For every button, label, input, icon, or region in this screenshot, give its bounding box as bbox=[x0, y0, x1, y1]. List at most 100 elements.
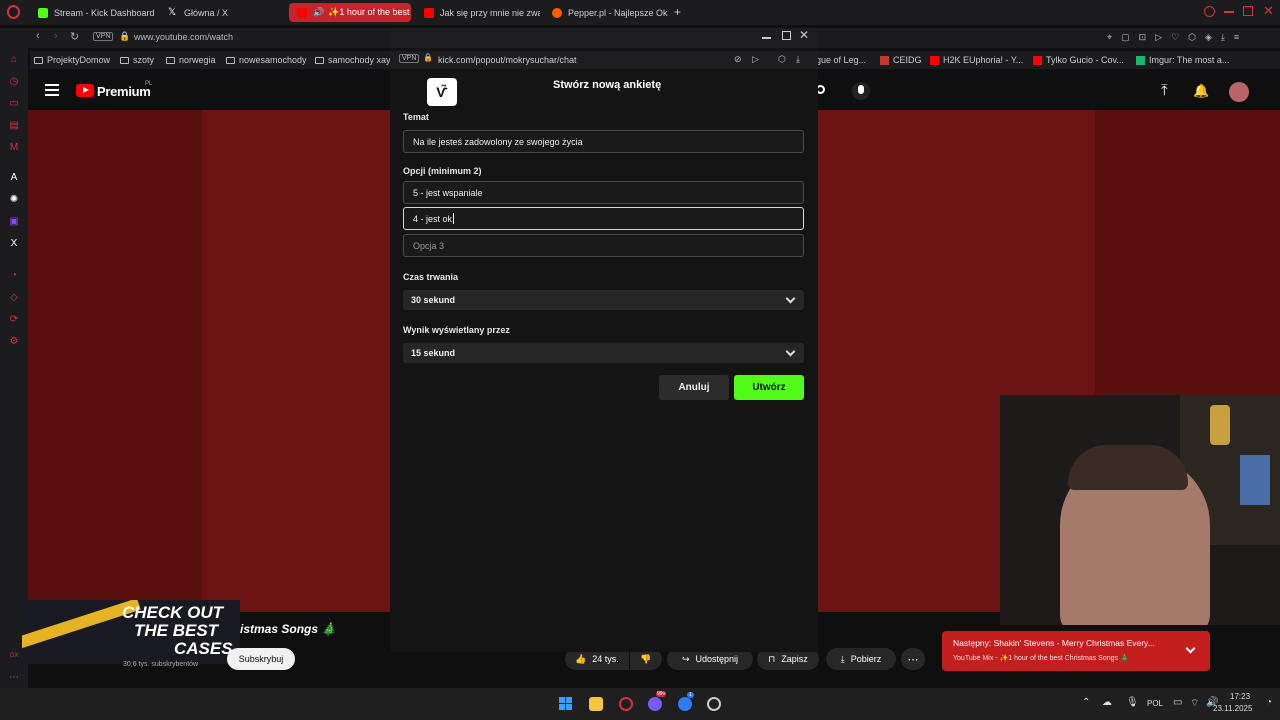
gx-icon[interactable]: GX bbox=[8, 650, 20, 662]
chevron-down-icon[interactable] bbox=[1185, 643, 1196, 654]
chatgpt-icon[interactable]: ✺ bbox=[8, 194, 20, 206]
tab-kick-dashboard[interactable]: Stream - Kick Dashboard bbox=[30, 3, 158, 22]
youtube-logo-icon[interactable] bbox=[76, 84, 94, 97]
bookmark-icon: ⊓ bbox=[768, 653, 776, 664]
duration-select[interactable]: 30 sekund bbox=[403, 290, 804, 310]
extensions-icon[interactable]: ⬡ bbox=[778, 54, 786, 65]
bookmark-item[interactable]: norwegia bbox=[166, 55, 216, 65]
clock-date[interactable]: 23.11.2025 bbox=[1213, 704, 1252, 713]
speaker-icon[interactable]: 🔊 bbox=[313, 7, 324, 18]
bookmark-item[interactable]: samochody xayc bbox=[315, 55, 395, 65]
obs-icon[interactable] bbox=[707, 697, 721, 711]
avatar[interactable] bbox=[1229, 82, 1249, 102]
vpn-badge[interactable]: VPN bbox=[93, 32, 114, 41]
clock-icon[interactable]: ◔ bbox=[8, 270, 20, 282]
bookmark-item[interactable]: gue of Leg... bbox=[816, 55, 866, 65]
refresh-icon[interactable]: ⟳ bbox=[8, 314, 20, 326]
url-text[interactable]: www.youtube.com/watch bbox=[134, 32, 233, 42]
thumbs-up-icon: 👍 bbox=[575, 653, 587, 664]
home-icon[interactable]: ⌂ bbox=[8, 54, 20, 66]
bookmark-item[interactable]: CEIDG bbox=[880, 55, 922, 65]
play-icon[interactable]: ▷ bbox=[1155, 32, 1162, 44]
bookmark-item[interactable]: ProjektyDomow bbox=[34, 55, 110, 65]
shield-icon[interactable]: ⊘ bbox=[734, 54, 742, 65]
bookmark-icon[interactable]: ▤ bbox=[8, 120, 20, 132]
cancel-button[interactable]: Anuluj bbox=[659, 375, 729, 400]
option-3-input[interactable]: Opcja 3 bbox=[403, 234, 804, 257]
extensions-icon[interactable]: ⬡ bbox=[1188, 32, 1196, 44]
x-icon[interactable]: X bbox=[8, 238, 20, 250]
history-icon[interactable]: ◷ bbox=[8, 76, 20, 88]
language-indicator[interactable]: POL bbox=[1147, 699, 1163, 708]
bookmark-item[interactable]: szoty bbox=[120, 55, 154, 65]
subscribe-button[interactable]: Subskrybuj bbox=[227, 648, 295, 670]
minimize-icon[interactable] bbox=[1224, 11, 1234, 13]
menu-icon[interactable]: ≡ bbox=[1234, 32, 1239, 44]
chevron-up-icon[interactable]: ⌃ bbox=[1082, 697, 1090, 708]
crop-icon[interactable]: ⊡ bbox=[1139, 32, 1147, 44]
share-label: Udostępnij bbox=[695, 654, 739, 664]
create-button[interactable]: Utwórz bbox=[734, 375, 804, 400]
hair bbox=[1068, 445, 1188, 490]
microphone-icon[interactable]: 🎙 bbox=[1126, 697, 1139, 708]
minimize-icon[interactable] bbox=[762, 37, 771, 39]
bookmark-item[interactable]: Imgur: The most a... bbox=[1136, 55, 1229, 65]
upload-icon[interactable]: ⤒ bbox=[1161, 82, 1168, 99]
windows-start-icon[interactable] bbox=[559, 697, 573, 711]
tab-youtube-christmas[interactable]: 🔊 ✨1 hour of the best c bbox=[289, 3, 411, 22]
opera-logo-icon[interactable] bbox=[7, 5, 20, 19]
option-1-input[interactable]: 5 - jest wspaniale bbox=[403, 181, 804, 204]
cube-icon[interactable]: ◇ bbox=[8, 292, 20, 304]
forward-icon[interactable]: › bbox=[54, 30, 58, 42]
result-display-select[interactable]: 15 sekund bbox=[403, 343, 804, 363]
popup-url[interactable]: kick.com/popout/mokrysuchar/chat bbox=[438, 55, 577, 65]
bookmark-item[interactable]: Tylko Gucio - Cov... bbox=[1033, 55, 1124, 65]
next-video-card[interactable]: Następny: Shakin' Stevens - Merry Christ… bbox=[942, 631, 1210, 671]
play-icon[interactable]: ▷ bbox=[752, 54, 759, 65]
hamburger-menu-icon[interactable] bbox=[45, 84, 59, 97]
ad-banner[interactable]: CHECK OUT THE BEST CASES bbox=[22, 600, 240, 664]
messenger-icon[interactable]: M bbox=[8, 142, 20, 154]
reload-icon[interactable]: ↻ bbox=[70, 30, 79, 43]
messenger-icon[interactable]: 1 bbox=[678, 692, 694, 711]
close-icon[interactable]: ✕ bbox=[799, 28, 809, 42]
file-explorer-icon[interactable] bbox=[589, 697, 603, 711]
cloud-icon[interactable]: ☁ bbox=[1102, 697, 1112, 708]
clock-time[interactable]: 17:23 bbox=[1230, 692, 1250, 701]
discord-icon[interactable]: 99+ bbox=[648, 691, 667, 711]
more-icon[interactable]: ⋯ bbox=[8, 672, 20, 684]
snapshot-icon[interactable]: ▢ bbox=[1121, 32, 1130, 44]
settings-icon[interactable]: ⚙ bbox=[8, 336, 20, 348]
download-button[interactable]: ⤓ Pobierz bbox=[826, 648, 896, 670]
tab-youtube-2[interactable]: Jak się przy mnie nie zwa bbox=[416, 3, 540, 22]
twitch-icon[interactable]: ▣ bbox=[8, 216, 20, 228]
cube-icon[interactable]: ◈ bbox=[1205, 32, 1212, 44]
tab-pepper[interactable]: Pepper.pl - Najlepsze Ok bbox=[544, 3, 670, 22]
microphone-icon[interactable] bbox=[852, 82, 870, 100]
notifications-bell-icon[interactable]: 🔔 bbox=[1193, 83, 1209, 99]
download-icon[interactable]: ⤓ bbox=[1221, 32, 1225, 44]
more-actions-icon[interactable]: ⋯ bbox=[901, 648, 925, 670]
back-icon[interactable]: ‹ bbox=[36, 30, 40, 42]
monitor-icon[interactable]: ▭ bbox=[1173, 697, 1182, 708]
download-icon[interactable]: ⤓ bbox=[796, 54, 800, 65]
maximize-icon[interactable] bbox=[782, 31, 791, 40]
bookmark-item[interactable]: nowesamochody bbox=[226, 55, 307, 65]
new-tab-button[interactable]: + bbox=[674, 5, 681, 19]
notification-icon[interactable]: ◔ bbox=[1266, 697, 1272, 708]
bookmark-item[interactable]: H2K EUphoria! - Y... bbox=[930, 55, 1023, 65]
tab-x[interactable]: 𝕏 Główna / X bbox=[160, 3, 286, 22]
vpn-badge[interactable]: VPN bbox=[399, 54, 420, 63]
search-icon[interactable] bbox=[1204, 6, 1215, 17]
aria-icon[interactable]: A bbox=[8, 172, 20, 184]
option-2-input[interactable]: 4 - jest ok bbox=[403, 207, 804, 230]
pin-icon[interactable]: ⌖ bbox=[1107, 32, 1112, 44]
network-icon[interactable]: ⌔ bbox=[1190, 697, 1199, 710]
pepper-icon bbox=[552, 7, 562, 18]
maximize-icon[interactable] bbox=[1243, 6, 1253, 16]
heart-icon[interactable]: ♡ bbox=[1171, 32, 1179, 44]
close-window-icon[interactable]: ✕ bbox=[1263, 3, 1274, 19]
topic-input[interactable]: Na ile jesteś zadowolony ze swojego życi… bbox=[403, 130, 804, 153]
wallet-icon[interactable]: ▭ bbox=[8, 98, 20, 110]
opera-icon[interactable] bbox=[619, 697, 633, 711]
